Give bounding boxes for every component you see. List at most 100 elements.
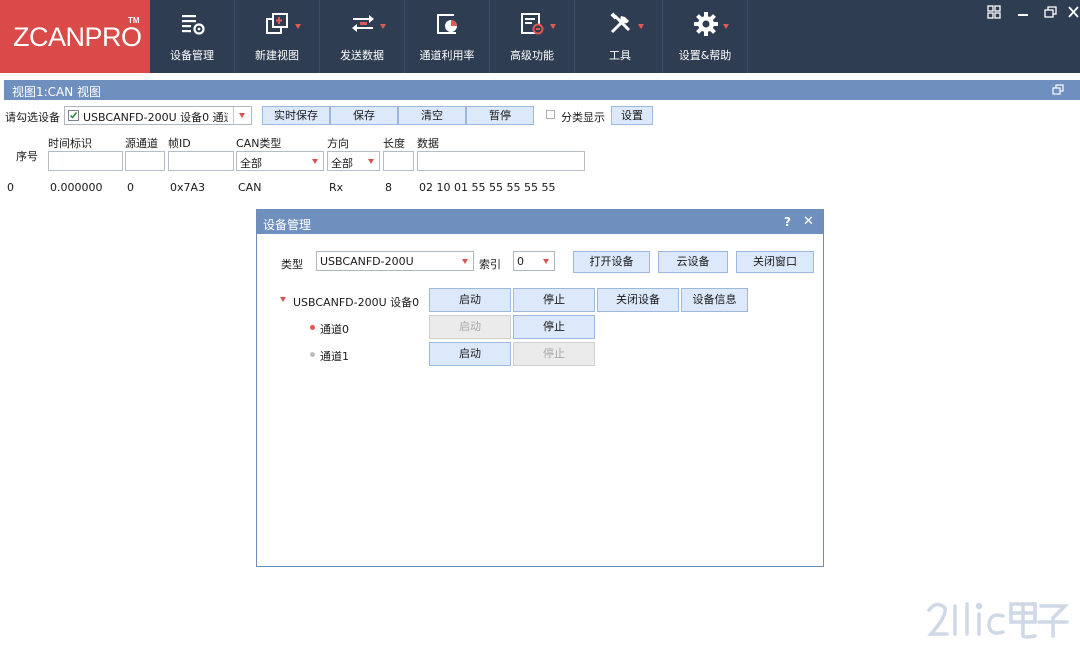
clear-button[interactable]: 清空 <box>398 106 466 125</box>
open-device-button[interactable]: 打开设备 <box>573 251 650 273</box>
top-toolbar: ZCANPRO TM 设备管理 新建视图 发送数据 通道利用率 高级功能 工具 … <box>0 0 1080 73</box>
tools-dropdown-icon <box>638 24 644 29</box>
device-stop-button[interactable]: 停止 <box>513 288 595 312</box>
cell-direction: Rx <box>329 181 344 194</box>
new-view-icon <box>266 13 288 34</box>
dialog-titlebar: 设备管理 ? ✕ <box>257 210 823 234</box>
advanced-dropdown-icon <box>550 24 556 29</box>
watermark-logo <box>927 602 1070 639</box>
new-view-dropdown-icon <box>295 24 301 29</box>
dialog-close-icon[interactable]: ✕ <box>803 214 814 229</box>
channel1-status-dot-icon <box>310 352 315 357</box>
tree-channel0-label: 通道0 <box>320 323 349 336</box>
column-header-can-type: CAN类型 <box>236 137 282 150</box>
save-button[interactable]: 保存 <box>330 106 398 125</box>
channel0-start-button[interactable]: 启动 <box>429 315 511 339</box>
classify-display-checkbox[interactable] <box>546 110 555 119</box>
device-manage-icon <box>182 15 205 35</box>
column-header-length: 长度 <box>383 137 405 150</box>
close-icon[interactable] <box>1066 5 1080 19</box>
device-type-select[interactable]: USBCANFD-200U <box>316 251 474 271</box>
toolbar-settings-help-button[interactable]: 设置&帮助 <box>663 0 748 73</box>
device-select-dropdown[interactable]: USBCANFD-200U 设备0 通道0 <box>64 106 252 125</box>
view-restore-icon[interactable] <box>1052 84 1064 96</box>
device-start-button[interactable]: 启动 <box>429 288 511 312</box>
toolbar-label: 工具 <box>609 49 631 62</box>
device-index-select[interactable]: 0 <box>513 251 555 271</box>
column-header-seq: 序号 <box>16 150 38 163</box>
close-window-button[interactable]: 关闭窗口 <box>736 251 814 273</box>
logo-trademark: TM <box>128 16 140 25</box>
src-channel-filter-input[interactable] <box>125 151 165 171</box>
column-header-frame-id: 帧ID <box>168 137 191 150</box>
send-data-icon <box>352 15 374 32</box>
cell-timestamp: 0.000000 <box>50 181 103 194</box>
toolbar-label: 发送数据 <box>340 49 384 62</box>
restore-icon[interactable] <box>1043 5 1059 19</box>
direction-filter-select[interactable]: 全部 <box>327 151 380 171</box>
can-type-filter-select[interactable]: 全部 <box>236 151 324 171</box>
tree-channel1-label: 通道1 <box>320 350 349 363</box>
close-device-button[interactable]: 关闭设备 <box>597 288 679 312</box>
dropdown-button[interactable] <box>233 107 251 124</box>
direction-filter-value: 全部 <box>331 157 353 170</box>
channel1-start-button[interactable]: 启动 <box>429 342 511 366</box>
chevron-down-icon <box>368 159 374 164</box>
toolbar-label: 设置&帮助 <box>678 49 732 62</box>
send-data-dropdown-icon <box>380 24 386 29</box>
length-filter-input[interactable] <box>383 151 414 171</box>
channel0-stop-button[interactable]: 停止 <box>513 315 595 339</box>
device-checkbox[interactable] <box>68 110 79 121</box>
column-header-data: 数据 <box>417 137 439 150</box>
classify-display-label: 分类显示 <box>561 111 605 124</box>
expand-arrow-icon[interactable] <box>280 297 286 302</box>
toolbar-channel-usage-button[interactable]: 通道利用率 <box>405 0 490 73</box>
pause-button[interactable]: 暂停 <box>466 106 534 125</box>
cell-data: 02 10 01 55 55 55 55 55 <box>419 181 556 194</box>
cell-length: 8 <box>385 181 392 194</box>
column-header-direction: 方向 <box>327 137 349 150</box>
advanced-icon <box>521 13 544 35</box>
layout-grid-icon[interactable] <box>986 5 1002 19</box>
data-filter-input[interactable] <box>417 151 585 171</box>
minimize-icon[interactable] <box>1015 5 1031 19</box>
app-logo: ZCANPRO TM <box>0 0 150 73</box>
frame-id-filter-input[interactable] <box>168 151 234 171</box>
channel1-stop-button[interactable]: 停止 <box>513 342 595 366</box>
view-title: 视图1:CAN 视图 <box>12 85 102 99</box>
device-info-button[interactable]: 设备信息 <box>681 288 748 312</box>
help-icon[interactable]: ? <box>784 215 791 229</box>
timestamp-filter-input[interactable] <box>48 151 123 171</box>
cell-src-channel: 0 <box>127 181 134 194</box>
index-label: 索引 <box>479 258 501 271</box>
type-label: 类型 <box>281 258 303 271</box>
toolbar-advanced-button[interactable]: 高级功能 <box>490 0 575 73</box>
tree-device-label: USBCANFD-200U 设备0 <box>293 296 420 309</box>
toolbar-label: 高级功能 <box>510 49 554 62</box>
realtime-save-button[interactable]: 实时保存 <box>262 106 330 125</box>
chevron-down-icon <box>312 159 318 164</box>
column-header-src-channel: 源通道 <box>125 137 158 150</box>
device-select-value: USBCANFD-200U 设备0 通道0 <box>83 111 228 124</box>
select-device-label: 请勾选设备 <box>5 111 60 124</box>
device-type-value: USBCANFD-200U <box>320 255 414 268</box>
view-settings-button[interactable]: 设置 <box>611 106 653 125</box>
channel0-status-dot-icon <box>310 325 315 330</box>
gear-icon <box>694 12 718 36</box>
toolbar-new-view-button[interactable]: 新建视图 <box>235 0 320 73</box>
device-index-value: 0 <box>517 255 524 268</box>
toolbar-device-manage-button[interactable]: 设备管理 <box>150 0 235 73</box>
cloud-device-button[interactable]: 云设备 <box>658 251 728 273</box>
toolbar-send-data-button[interactable]: 发送数据 <box>320 0 405 73</box>
tools-icon <box>610 12 631 34</box>
view-toolbar: 请勾选设备 USBCANFD-200U 设备0 通道0 实时保存 保存 清空 暂… <box>0 104 1080 126</box>
can-type-filter-value: 全部 <box>240 157 262 170</box>
channel-usage-icon <box>437 14 457 34</box>
cell-seq: 0 <box>7 181 14 194</box>
check-icon <box>69 112 78 119</box>
device-manager-dialog: 设备管理 ? ✕ 类型 USBCANFD-200U 索引 0 打开设备 云设备 … <box>256 209 824 567</box>
column-header-timestamp: 时间标识 <box>48 137 92 150</box>
toolbar-label: 通道利用率 <box>419 49 475 62</box>
toolbar-tools-button[interactable]: 工具 <box>578 0 663 73</box>
toolbar-label: 新建视图 <box>255 49 299 62</box>
